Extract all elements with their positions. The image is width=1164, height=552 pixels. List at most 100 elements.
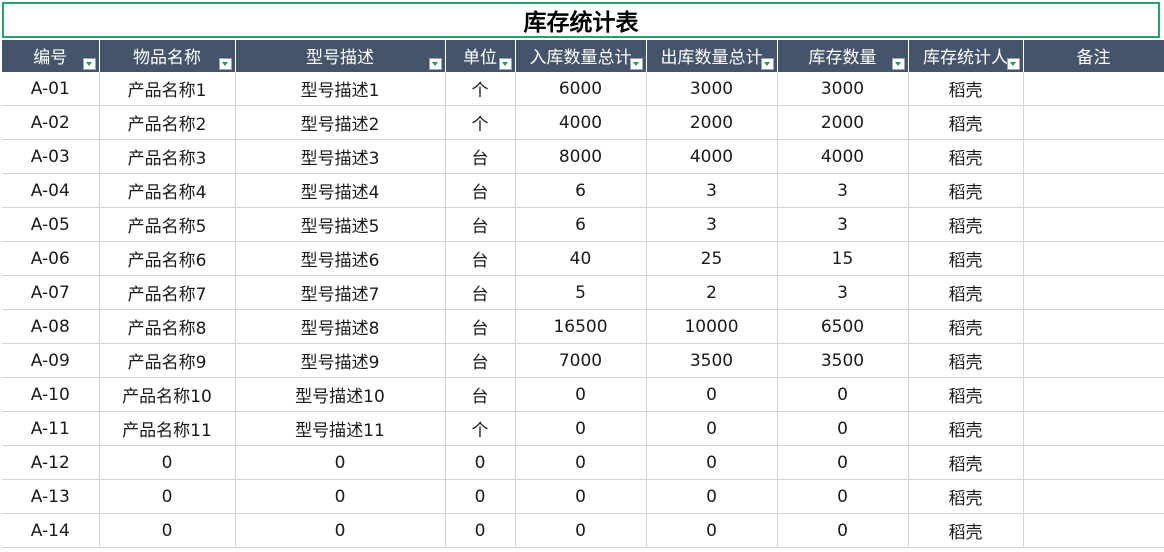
table-cell[interactable]: 型号描述9 — [235, 343, 446, 378]
table-cell[interactable]: A-02 — [2, 105, 100, 140]
table-cell[interactable]: 3 — [777, 173, 909, 208]
table-cell[interactable]: 台 — [445, 309, 516, 344]
table-cell[interactable]: 台 — [445, 139, 516, 174]
column-header[interactable]: 备注 — [1023, 40, 1164, 72]
filter-dropdown-icon[interactable] — [428, 58, 442, 70]
filter-dropdown-icon[interactable] — [891, 58, 905, 70]
table-cell[interactable]: 3000 — [777, 72, 909, 106]
table-cell[interactable]: 台 — [445, 377, 516, 412]
table-cell[interactable]: 6 — [515, 173, 647, 208]
table-cell[interactable]: 型号描述10 — [235, 377, 446, 412]
table-cell[interactable]: 0 — [515, 479, 647, 514]
table-cell[interactable] — [1023, 173, 1164, 208]
table-cell[interactable]: 6500 — [777, 309, 909, 344]
table-cell[interactable]: A-05 — [2, 207, 100, 242]
table-cell[interactable]: 型号描述5 — [235, 207, 446, 242]
table-cell[interactable]: 0 — [515, 445, 647, 480]
table-cell[interactable]: 0 — [99, 445, 236, 480]
table-cell[interactable]: 0 — [646, 445, 778, 480]
table-cell[interactable]: 6000 — [515, 72, 647, 106]
table-cell[interactable] — [1023, 343, 1164, 378]
table-cell[interactable]: A-12 — [2, 445, 100, 480]
table-cell[interactable]: 3500 — [646, 343, 778, 378]
table-cell[interactable]: A-09 — [2, 343, 100, 378]
table-cell[interactable] — [1023, 139, 1164, 174]
table-cell[interactable]: 产品名称10 — [99, 377, 236, 412]
table-cell[interactable]: 0 — [646, 377, 778, 412]
table-cell[interactable]: A-06 — [2, 241, 100, 276]
table-cell[interactable] — [1023, 72, 1164, 106]
table-cell[interactable] — [1023, 241, 1164, 276]
table-cell[interactable]: 产品名称8 — [99, 309, 236, 344]
table-cell[interactable]: A-14 — [2, 513, 100, 548]
table-cell[interactable]: 7000 — [515, 343, 647, 378]
table-cell[interactable]: 型号描述8 — [235, 309, 446, 344]
table-cell[interactable]: 稻壳 — [908, 275, 1024, 310]
table-cell[interactable]: 16500 — [515, 309, 647, 344]
table-cell[interactable]: 产品名称6 — [99, 241, 236, 276]
table-cell[interactable]: 产品名称9 — [99, 343, 236, 378]
table-cell[interactable]: 0 — [777, 479, 909, 514]
table-cell[interactable]: 3 — [646, 207, 778, 242]
table-cell[interactable]: 产品名称4 — [99, 173, 236, 208]
table-cell[interactable]: 2000 — [777, 105, 909, 140]
table-cell[interactable]: 稻壳 — [908, 139, 1024, 174]
table-cell[interactable]: 3500 — [777, 343, 909, 378]
table-cell[interactable] — [1023, 377, 1164, 412]
table-cell[interactable]: 0 — [646, 513, 778, 548]
filter-dropdown-icon[interactable] — [1006, 58, 1020, 70]
table-cell[interactable]: 台 — [445, 343, 516, 378]
column-header[interactable]: 出库数量总计 — [646, 40, 778, 72]
table-cell[interactable]: 25 — [646, 241, 778, 276]
table-cell[interactable] — [1023, 411, 1164, 446]
table-cell[interactable]: 稻壳 — [908, 309, 1024, 344]
table-cell[interactable]: 0 — [235, 445, 446, 480]
table-cell[interactable]: A-03 — [2, 139, 100, 174]
table-cell[interactable]: 个 — [445, 72, 516, 106]
table-cell[interactable]: 稻壳 — [908, 207, 1024, 242]
table-cell[interactable]: 3 — [646, 173, 778, 208]
table-cell[interactable]: A-07 — [2, 275, 100, 310]
table-cell[interactable]: 10000 — [646, 309, 778, 344]
table-cell[interactable] — [1023, 479, 1164, 514]
table-cell[interactable]: 8000 — [515, 139, 647, 174]
table-cell[interactable]: 台 — [445, 241, 516, 276]
column-header[interactable]: 库存数量 — [777, 40, 909, 72]
table-cell[interactable]: 个 — [445, 105, 516, 140]
table-cell[interactable]: 0 — [445, 479, 516, 514]
table-cell[interactable]: 台 — [445, 275, 516, 310]
table-cell[interactable]: 2 — [646, 275, 778, 310]
table-cell[interactable]: 稻壳 — [908, 411, 1024, 446]
table-cell[interactable]: 0 — [515, 411, 647, 446]
table-cell[interactable] — [1023, 105, 1164, 140]
table-cell[interactable]: 4000 — [515, 105, 647, 140]
table-cell[interactable]: A-04 — [2, 173, 100, 208]
table-cell[interactable]: 0 — [515, 513, 647, 548]
table-cell[interactable]: 0 — [235, 513, 446, 548]
table-cell[interactable]: 型号描述4 — [235, 173, 446, 208]
column-header[interactable]: 型号描述 — [235, 40, 446, 72]
table-cell[interactable]: A-13 — [2, 479, 100, 514]
table-cell[interactable]: A-01 — [2, 72, 100, 106]
sheet-title-cell[interactable]: 库存统计表 — [2, 2, 1160, 38]
table-cell[interactable]: 稻壳 — [908, 445, 1024, 480]
table-cell[interactable]: 稻壳 — [908, 72, 1024, 106]
column-header[interactable]: 编号 — [2, 40, 100, 72]
table-cell[interactable]: 台 — [445, 207, 516, 242]
column-header[interactable]: 入库数量总计 — [515, 40, 647, 72]
table-cell[interactable]: 0 — [646, 479, 778, 514]
table-cell[interactable]: 个 — [445, 411, 516, 446]
table-cell[interactable]: 产品名称5 — [99, 207, 236, 242]
column-header[interactable]: 单位 — [445, 40, 516, 72]
table-cell[interactable]: 产品名称3 — [99, 139, 236, 174]
table-cell[interactable]: A-11 — [2, 411, 100, 446]
table-cell[interactable]: 0 — [445, 445, 516, 480]
table-cell[interactable]: 0 — [99, 479, 236, 514]
table-cell[interactable]: 型号描述2 — [235, 105, 446, 140]
table-cell[interactable]: 0 — [777, 377, 909, 412]
table-cell[interactable]: 4000 — [777, 139, 909, 174]
table-cell[interactable]: 产品名称2 — [99, 105, 236, 140]
filter-dropdown-icon[interactable] — [82, 58, 96, 70]
table-cell[interactable]: 2000 — [646, 105, 778, 140]
table-cell[interactable]: 型号描述6 — [235, 241, 446, 276]
